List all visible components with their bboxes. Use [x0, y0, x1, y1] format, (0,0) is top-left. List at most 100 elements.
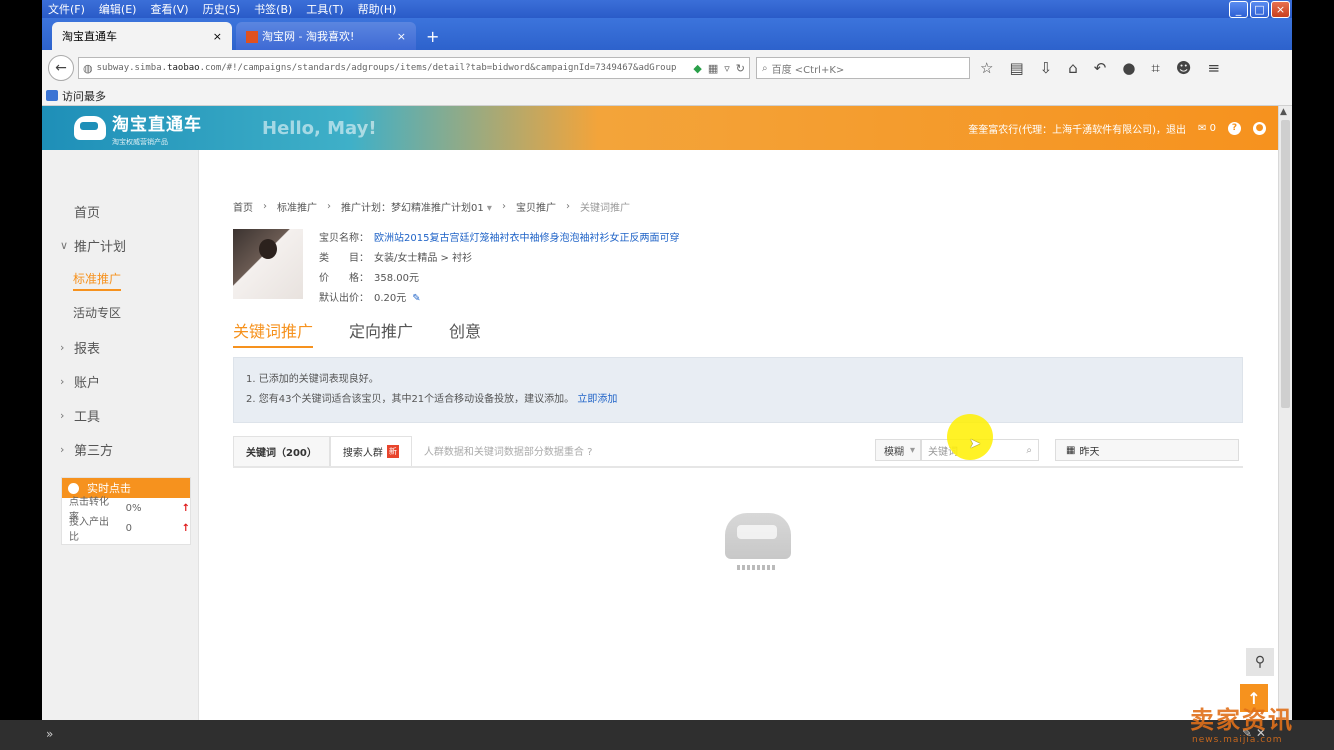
help-icon[interactable]: ?	[587, 447, 592, 458]
add-now-link[interactable]: 立即添加	[577, 394, 617, 405]
new-badge: 新	[386, 445, 399, 458]
menu-file[interactable]: 文件(F)	[48, 1, 85, 17]
chat-icon[interactable]: ●	[1122, 59, 1135, 77]
overlap-note: 人群数据和关键词数据部分数据重合 ?	[424, 443, 593, 458]
smiley-icon[interactable]: ☻	[1176, 59, 1192, 77]
sidebar-item-activity[interactable]: 活动专区	[73, 304, 121, 321]
menu-tools[interactable]: 工具(T)	[306, 1, 343, 17]
stamp-icon: ⚲	[1254, 654, 1266, 670]
zhitongche-logo[interactable]: 淘宝直通车 淘宝权威营销产品	[74, 110, 202, 147]
tab-zhitongche[interactable]: 淘宝直通车 ×	[52, 22, 232, 50]
reader-icon[interactable]: ▤	[1009, 59, 1023, 77]
sidebar-item-label: 标准推广	[73, 272, 122, 286]
menu-view[interactable]: 查看(V)	[150, 1, 188, 17]
search-icon[interactable]: ⌕	[1026, 445, 1032, 456]
product-info: 宝贝名称： 欧洲站2015复古宫廷灯笼袖衬衣中袖修身泡泡袖衬衫女正反两面可穿 类 …	[319, 229, 679, 309]
page-scrollbar[interactable]: ▲	[1278, 106, 1292, 720]
notice-line-1: 1. 已添加的关键词表现良好。	[246, 374, 379, 385]
match-type-select[interactable]: 模糊 ▾	[875, 439, 921, 461]
train-loading-icon	[725, 513, 791, 559]
price-value: 358.00元	[374, 273, 419, 284]
tab-close-icon[interactable]: ×	[213, 30, 222, 43]
undo-icon[interactable]: ↶	[1094, 59, 1107, 77]
notification-icon[interactable]: ●	[1253, 121, 1266, 135]
status-bar: » ✎ ✕	[0, 720, 1334, 750]
help-icon[interactable]: ?	[1228, 121, 1241, 135]
date-range-select[interactable]: ▦ 昨天	[1055, 439, 1239, 461]
scroll-up-icon[interactable]: ▲	[1280, 107, 1287, 117]
sidebar-item-third-party[interactable]: › 第三方	[60, 440, 113, 459]
metric-value: 0	[125, 522, 133, 534]
maximize-button[interactable]: □	[1250, 1, 1269, 18]
shield-icon[interactable]: ◆	[693, 62, 701, 75]
breadcrumb-separator: ›	[327, 201, 331, 212]
breadcrumb-home[interactable]: 首页	[233, 199, 253, 214]
chevron-down-icon: ▾	[486, 203, 492, 214]
account-logout[interactable]: 奎奎富农行(代理：上海千湧软件有限公司)，退出	[968, 121, 1186, 136]
sidebar-item-label: 报表	[74, 342, 101, 357]
menu-edit[interactable]: 编辑(E)	[99, 1, 137, 17]
navigation-bar: ← ◍ subway.simba. taobao .com/#!/campaigns…	[42, 50, 1292, 86]
reload-icon[interactable]: ↻	[736, 62, 745, 75]
back-button[interactable]: ←	[48, 55, 74, 81]
product-summary: 宝贝名称： 欧洲站2015复古宫廷灯笼袖衬衣中袖修身泡泡袖衬衫女正反两面可穿 类 …	[233, 229, 679, 309]
breadcrumb-standard[interactable]: 标准推广	[277, 199, 317, 214]
qrcode-icon[interactable]: ▦	[708, 62, 718, 75]
dropdown-icon[interactable]: ▿	[724, 62, 730, 75]
sidebar-item-account[interactable]: › 账户	[60, 372, 100, 391]
tab-keyword-promotion[interactable]: 关键词推广	[233, 318, 314, 348]
tab-search-crowd[interactable]: 搜索人群新	[329, 436, 412, 466]
notice-line-2-text: 2. 您有43个关键词适合该宝贝，其中21个适合移动设备投放，建议添加。	[246, 394, 575, 405]
product-name-link[interactable]: 欧洲站2015复古宫廷灯笼袖衬衣中袖修身泡泡袖衬衫女正反两面可穿	[374, 233, 679, 244]
watermark-logo: 卖家资讯	[1190, 706, 1294, 734]
tab-strip: 淘宝直通车 × 淘宝网 - 淘我喜欢! × +	[42, 18, 1292, 50]
sidebar-item-tools[interactable]: › 工具	[60, 406, 100, 425]
sidebar-item-label: 活动专区	[73, 306, 122, 320]
logo-subtitle: 淘宝权威营销产品	[112, 137, 168, 146]
date-range-value: 昨天	[1079, 446, 1100, 458]
download-icon[interactable]: ⇩	[1040, 59, 1053, 77]
price-label: 价 格：	[319, 273, 369, 284]
breadcrumb-plan[interactable]: 推广计划：梦幻精准推广计划01 ▾	[341, 199, 492, 214]
clock-icon	[68, 482, 79, 494]
home-icon[interactable]: ⌂	[1068, 59, 1078, 77]
scroll-thumb[interactable]	[1281, 120, 1290, 408]
tab-creative[interactable]: 创意	[449, 318, 481, 348]
menu-history[interactable]: 历史(S)	[203, 1, 241, 17]
address-bar[interactable]: ◍ subway.simba. taobao .com/#!/campaigns/s…	[78, 57, 750, 79]
sidebar-item-home[interactable]: 首页	[60, 202, 100, 221]
chevron-down-icon: ∨	[60, 239, 69, 252]
breadcrumb-item[interactable]: 宝贝推广	[516, 199, 556, 214]
sidebar-item-campaign[interactable]: ∨ 推广计划	[60, 236, 126, 255]
mail-icon: ✉	[1198, 122, 1207, 134]
double-chevron-icon[interactable]: »	[46, 727, 53, 741]
new-tab-button[interactable]: +	[426, 27, 439, 46]
match-type-value: 模糊	[884, 446, 904, 458]
feedback-button[interactable]: ⚲	[1246, 648, 1274, 676]
sidebar-item-report[interactable]: › 报表	[60, 338, 100, 357]
chevron-down-icon: ▾	[910, 444, 916, 456]
menu-bookmarks[interactable]: 书签(B)	[254, 1, 292, 17]
minimize-button[interactable]: _	[1229, 1, 1248, 18]
tab-taobao[interactable]: 淘宝网 - 淘我喜欢! ×	[236, 22, 416, 50]
tab-keywords[interactable]: 关键词（200）	[233, 436, 330, 466]
mail-indicator[interactable]: ✉ 0	[1198, 123, 1216, 134]
crop-icon[interactable]: ⌗	[1151, 59, 1159, 77]
site-header: 淘宝直通车 淘宝权威营销产品 Hello, May! 奎奎富农行(代理：上海千湧…	[42, 106, 1278, 150]
bid-value: 0.20元	[374, 293, 407, 304]
hamburger-menu-icon[interactable]: ≡	[1208, 59, 1221, 77]
url-host-prefix: subway.simba.	[96, 63, 168, 73]
watermark-url: news.maijia.com	[1192, 735, 1283, 745]
menu-help[interactable]: 帮助(H)	[358, 1, 397, 17]
star-icon[interactable]: ☆	[980, 59, 993, 77]
close-window-button[interactable]: ×	[1271, 1, 1290, 18]
sidebar-item-standard[interactable]: 标准推广	[73, 270, 122, 291]
search-box[interactable]: ⌕ 百度 <Ctrl+K>	[756, 57, 970, 79]
metric-label: 投入产出比	[69, 517, 109, 543]
bookmark-most-visited[interactable]: 访问最多	[62, 88, 106, 104]
calendar-icon: ▦	[1066, 444, 1076, 456]
pencil-edit-icon[interactable]: ✎	[412, 293, 420, 304]
tab-close-icon[interactable]: ×	[397, 30, 406, 43]
product-image[interactable]	[233, 229, 303, 299]
tab-targeted-promotion[interactable]: 定向推广	[349, 318, 413, 348]
